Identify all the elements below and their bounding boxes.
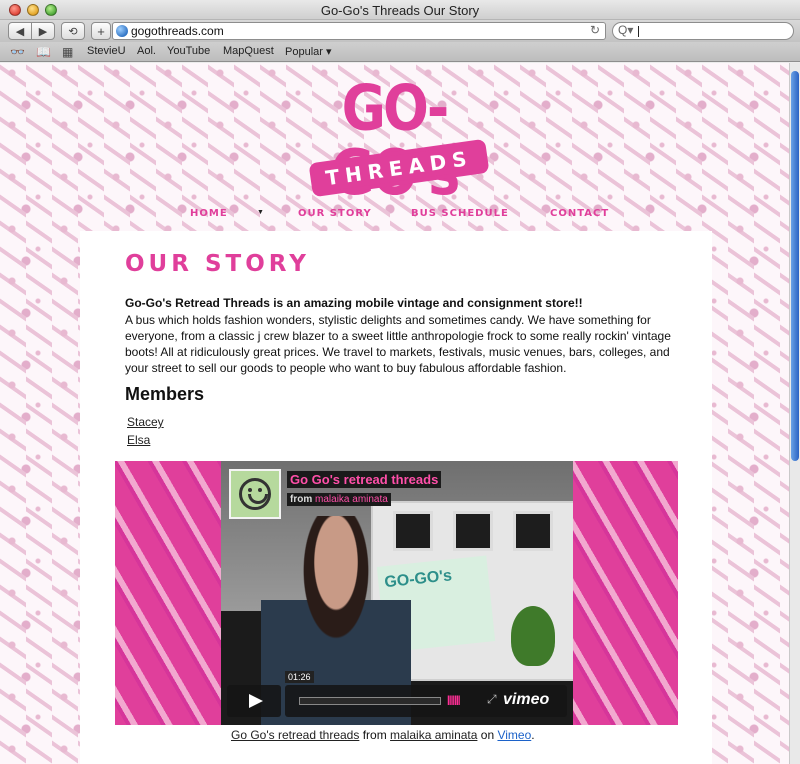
video-title-link[interactable]: Go Go's retread threads — [287, 471, 442, 488]
video-header: Go Go's retread threads from malaika ami… — [221, 461, 573, 521]
nav-bus-schedule[interactable]: BUS SCHEDULE — [411, 208, 509, 219]
bookmarks-bar: 👓 📖 ▦ StevieU Aol. YouTube MapQuest Popu… — [0, 42, 800, 62]
nav-our-story[interactable]: OUR STORY — [298, 208, 372, 219]
history-icon: ⟲ — [68, 25, 78, 38]
video-byline-from: from — [290, 494, 313, 505]
browser-toolbar: ◀ ▶ ⟲ + gogothreads.com ↻ Q▾ — [0, 20, 800, 42]
page-viewport: GO-GO's THREADS HOME ▼ OUR STORY BUS SCH… — [0, 63, 789, 764]
video-seek-bar[interactable] — [299, 697, 441, 705]
address-bar[interactable]: gogothreads.com ↻ — [112, 22, 606, 40]
text-cursor — [638, 26, 639, 37]
top-sites-grid-icon[interactable]: ▦ — [62, 45, 73, 59]
play-button[interactable] — [227, 685, 281, 717]
reading-glasses-icon[interactable]: 👓 — [10, 45, 25, 59]
intro-headline: Go-Go's Retread Threads is an amazing mo… — [125, 296, 583, 310]
vimeo-video-player[interactable]: GO-GO's Go Go's retread threads from mal… — [221, 461, 573, 725]
caption-period: . — [531, 728, 535, 742]
video-caption: Go Go's retread threads from malaika ami… — [231, 728, 535, 742]
search-icon: Q▾ — [618, 23, 634, 37]
intro-paragraph: A bus which holds fashion wonders, styli… — [125, 313, 671, 375]
caption-on-text: on — [480, 728, 495, 742]
content-panel: OUR STORY Go-Go's Retread Threads is an … — [80, 231, 712, 764]
nav-home-dropdown-icon[interactable]: ▼ — [257, 209, 264, 216]
page-title: OUR STORY — [125, 251, 310, 277]
address-input[interactable]: gogothreads.com — [131, 24, 224, 38]
bookmark-popular-menu[interactable]: Popular ▾ — [285, 45, 332, 58]
member-link-elsa[interactable]: Elsa — [127, 433, 150, 447]
vertical-scrollbar[interactable] — [789, 63, 800, 764]
caption-from-text: from — [362, 728, 387, 742]
video-control-bar: ||||||| ⤢ vimeo — [285, 685, 567, 717]
caption-vimeo-link[interactable]: Vimeo — [497, 728, 531, 742]
add-bookmark-button[interactable]: + — [91, 22, 111, 40]
bookmarks-book-icon[interactable]: 📖 — [36, 45, 51, 59]
caption-video-link[interactable]: Go Go's retread threads — [231, 728, 359, 742]
site-logo[interactable]: GO-GO's THREADS — [296, 76, 492, 205]
search-field[interactable]: Q▾ — [612, 22, 794, 40]
video-author-link[interactable]: malaika aminata — [315, 494, 388, 505]
window-titlebar: Go-Go's Threads Our Story — [0, 0, 800, 20]
volume-icon[interactable]: ||||||| — [447, 695, 461, 706]
bookmark-mapquest[interactable]: MapQuest — [223, 45, 274, 57]
fullscreen-icon[interactable]: ⤢ — [487, 692, 497, 707]
history-button[interactable]: ⟲ — [61, 22, 85, 40]
reload-icon[interactable]: ↻ — [590, 23, 600, 37]
bookmark-youtube[interactable]: YouTube — [167, 45, 210, 57]
video-byline: from malaika aminata — [287, 493, 391, 506]
member-link-stacey[interactable]: Stacey — [127, 415, 164, 429]
nav-home[interactable]: HOME — [190, 208, 228, 219]
forward-arrow-icon: ▶ — [38, 25, 48, 38]
site-icon — [116, 25, 128, 37]
uploader-avatar[interactable] — [229, 469, 281, 519]
bookmark-stevieu[interactable]: StevieU — [87, 45, 126, 57]
back-arrow-icon: ◀ — [15, 25, 25, 38]
bookmark-aol[interactable]: Aol. — [137, 45, 156, 57]
smiley-icon — [239, 478, 271, 510]
video-timecode: 01:26 — [285, 671, 314, 683]
vimeo-logo[interactable]: vimeo — [503, 691, 549, 709]
video-plant — [511, 606, 555, 666]
video-controls: 01:26 ||||||| ⤢ vimeo — [227, 671, 567, 717]
scrollbar-thumb[interactable] — [791, 71, 799, 461]
members-heading: Members — [125, 384, 205, 404]
window-title: Go-Go's Threads Our Story — [320, 3, 480, 18]
forward-button[interactable]: ▶ — [31, 22, 55, 40]
back-button[interactable]: ◀ — [8, 22, 32, 40]
nav-contact[interactable]: CONTACT — [550, 208, 609, 219]
caption-author-link[interactable]: malaika aminata — [390, 728, 477, 742]
